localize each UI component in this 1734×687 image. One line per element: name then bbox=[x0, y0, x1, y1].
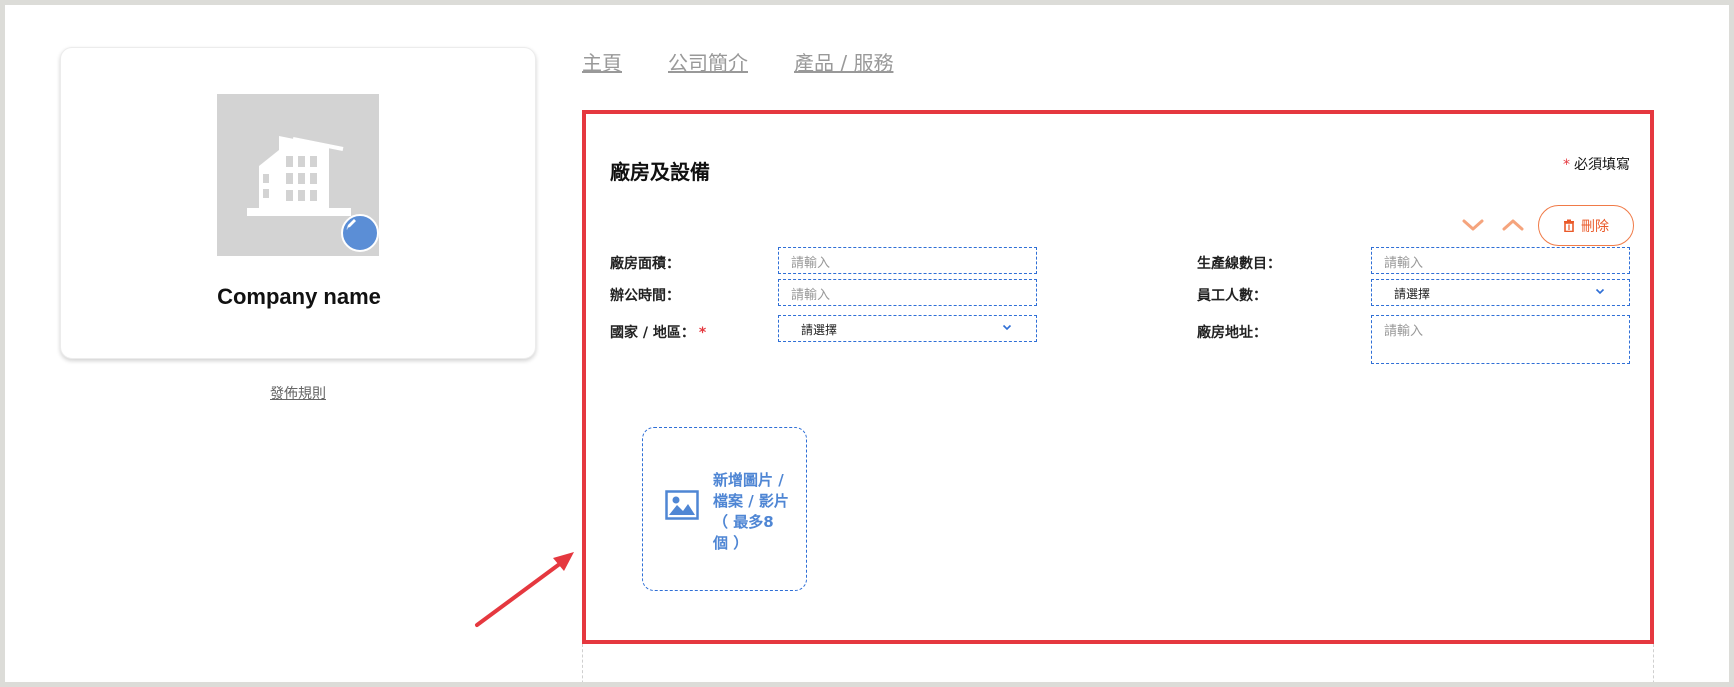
annotation-arrow-icon bbox=[475, 552, 574, 627]
page-canvas: Company name 發佈規則 主頁 公司簡介 產品 / 服務 廠房及設備 … bbox=[5, 5, 1729, 682]
